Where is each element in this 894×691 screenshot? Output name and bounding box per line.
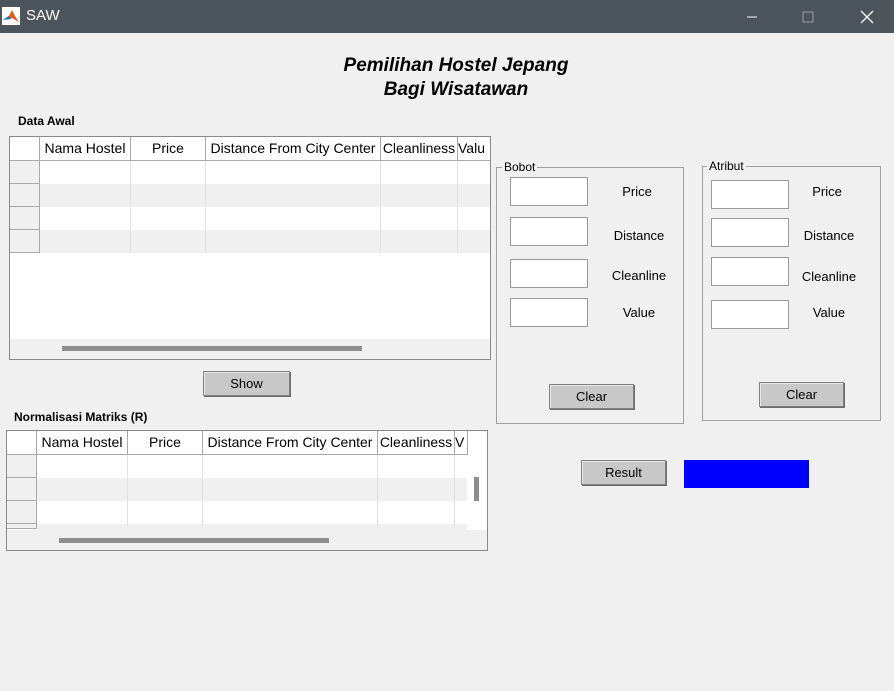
result-display <box>684 460 809 488</box>
column-header[interactable]: V <box>455 431 468 455</box>
close-icon <box>860 10 874 23</box>
bobot-cleanline-input[interactable] <box>510 259 588 288</box>
row-header[interactable] <box>10 230 40 253</box>
bobot-clear-button[interactable]: Clear <box>549 384 634 409</box>
minimize-button[interactable] <box>729 0 775 33</box>
close-button[interactable] <box>844 0 890 33</box>
table-row[interactable] <box>37 501 467 524</box>
table-row[interactable] <box>40 184 490 207</box>
bobot-title: Bobot <box>502 160 538 174</box>
column-divider <box>380 161 381 253</box>
normalisasi-label: Normalisasi Matriks (R) <box>14 410 148 424</box>
row-header[interactable] <box>7 478 37 501</box>
column-divider <box>127 455 128 527</box>
row-header[interactable] <box>10 161 40 184</box>
horizontal-scrollbar[interactable] <box>62 346 362 351</box>
maximize-icon <box>802 11 814 22</box>
atribut-value-label: Value <box>812 305 846 320</box>
horizontal-scrollbar[interactable] <box>59 538 329 543</box>
page-subtitle: Bagi Wisatawan <box>383 79 529 100</box>
column-divider <box>457 161 458 253</box>
atribut-cleanline-label: Cleanline <box>801 269 857 284</box>
data-awal-table[interactable]: Nama Hostel Price Distance From City Cen… <box>9 136 491 360</box>
atribut-distance-input[interactable] <box>711 218 789 247</box>
atribut-price-label: Price <box>812 184 842 199</box>
table-row[interactable] <box>40 207 490 230</box>
column-header[interactable]: Cleanliness <box>381 137 458 161</box>
row-header[interactable] <box>10 184 40 207</box>
atribut-price-input[interactable] <box>711 180 789 209</box>
column-divider <box>202 455 203 527</box>
column-header[interactable]: Valu <box>458 137 490 161</box>
title-bar: SAW <box>0 0 894 33</box>
matlab-icon <box>2 7 20 25</box>
corner-header <box>10 137 40 161</box>
vertical-scrollbar[interactable] <box>474 477 479 501</box>
bobot-distance-label: Distance <box>613 228 665 243</box>
bobot-value-input[interactable] <box>510 298 588 327</box>
table-row[interactable] <box>37 455 467 478</box>
row-header[interactable] <box>7 501 37 524</box>
column-header[interactable]: Cleanliness <box>378 431 455 455</box>
show-button[interactable]: Show <box>203 371 290 396</box>
bobot-price-label: Price <box>622 184 652 199</box>
result-button[interactable]: Result <box>581 460 666 485</box>
normalisasi-table[interactable]: Nama Hostel Price Distance From City Cen… <box>6 430 488 551</box>
column-header[interactable]: Price <box>128 431 203 455</box>
bobot-distance-input[interactable] <box>510 217 588 246</box>
atribut-cleanline-input[interactable] <box>711 257 789 286</box>
bobot-cleanline-label: Cleanline <box>611 268 667 283</box>
column-divider <box>454 455 455 527</box>
row-header[interactable] <box>10 207 40 230</box>
column-divider <box>130 161 131 253</box>
atribut-title: Atribut <box>707 159 746 173</box>
column-header[interactable]: Nama Hostel <box>40 137 131 161</box>
atribut-clear-button[interactable]: Clear <box>759 382 844 407</box>
minimize-icon <box>747 16 757 17</box>
column-divider <box>205 161 206 253</box>
bobot-value-label: Value <box>622 305 656 320</box>
table-row[interactable] <box>40 230 490 253</box>
column-header[interactable]: Distance From City Center <box>206 137 381 161</box>
maximize-button[interactable] <box>785 0 831 33</box>
table-row[interactable] <box>37 478 467 501</box>
column-header[interactable]: Nama Hostel <box>37 431 128 455</box>
bobot-price-input[interactable] <box>510 177 588 206</box>
row-header[interactable] <box>7 524 37 529</box>
column-divider <box>377 455 378 527</box>
table-row[interactable] <box>40 161 490 184</box>
window-title: SAW <box>26 7 60 24</box>
atribut-value-input[interactable] <box>711 300 789 329</box>
data-awal-label: Data Awal <box>18 114 75 128</box>
row-header[interactable] <box>7 455 37 478</box>
corner-header <box>7 431 37 455</box>
column-header[interactable]: Price <box>131 137 206 161</box>
column-header[interactable]: Distance From City Center <box>203 431 378 455</box>
page-title: Pemilihan Hostel Jepang <box>343 55 569 76</box>
atribut-distance-label: Distance <box>803 228 855 243</box>
